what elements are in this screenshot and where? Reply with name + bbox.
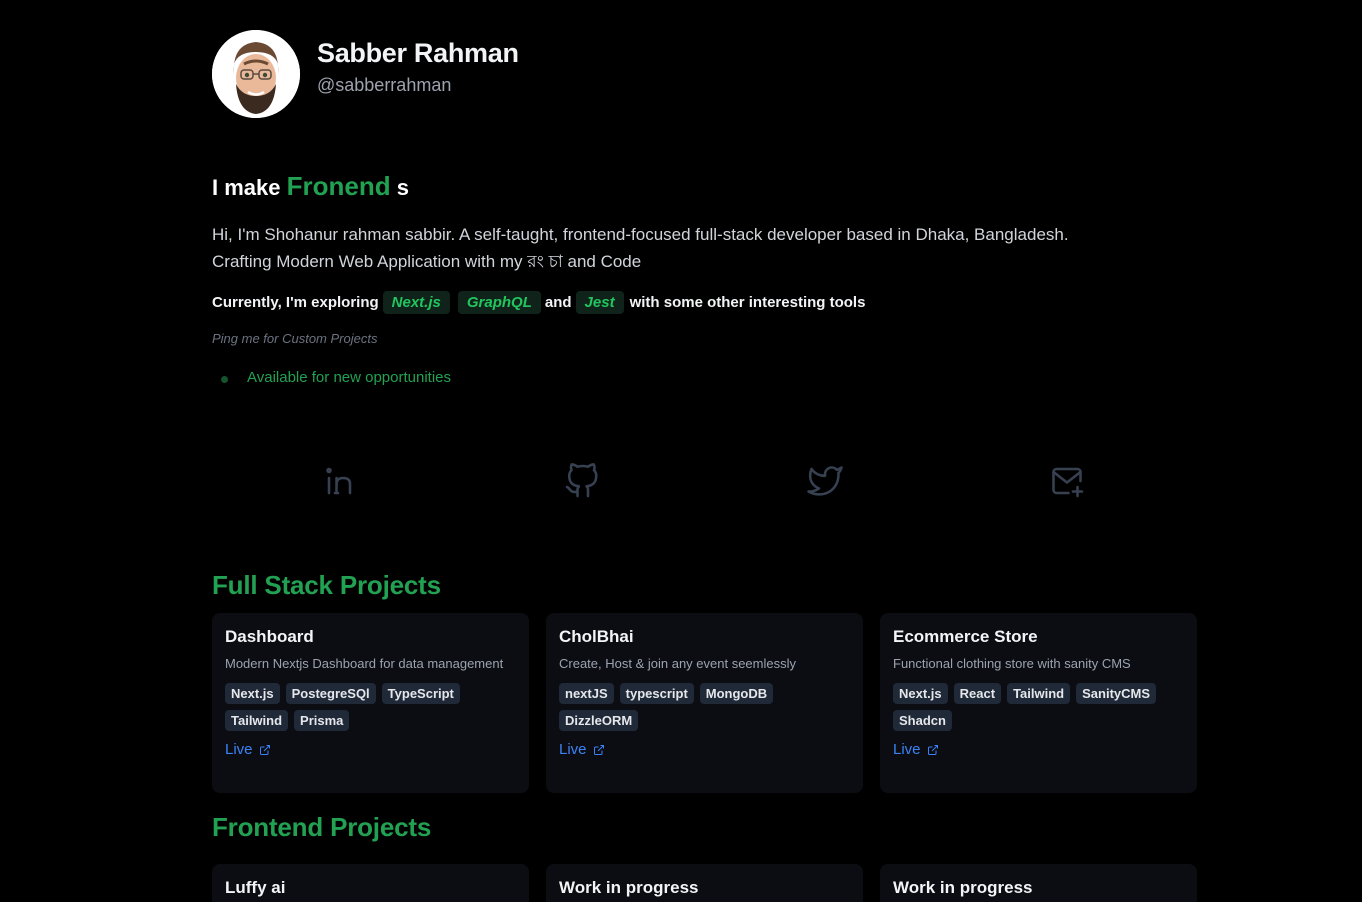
- tag: Next.js: [893, 683, 948, 704]
- live-label: Live: [225, 741, 253, 758]
- live-label: Live: [559, 741, 587, 758]
- profile-handle: @sabberrahman: [317, 75, 452, 95]
- tag: Tailwind: [225, 710, 289, 731]
- project-title: Luffy ai: [225, 878, 286, 897]
- live-label: Live: [893, 741, 921, 758]
- headline-prefix: I make: [212, 175, 287, 200]
- email-link[interactable]: [1048, 462, 1086, 500]
- profile-name: Sabber Rahman: [317, 38, 519, 68]
- github-link[interactable]: [563, 462, 601, 500]
- tech-chip-jest: Jest: [575, 291, 624, 314]
- tech-chip-nextjs: Next.js: [382, 291, 450, 314]
- fullstack-section-title: Full Stack Projects: [212, 570, 441, 600]
- headline: I make Fronend s: [212, 171, 409, 202]
- avatar: [212, 30, 300, 118]
- project-card-wip-1: Work in progress: [546, 864, 863, 902]
- tag: Next.js: [225, 683, 280, 704]
- tech-chip-graphql: GraphQL: [457, 291, 541, 314]
- external-link-icon: [259, 744, 270, 755]
- github-icon: [565, 463, 598, 498]
- headline-accent: Fronend: [286, 171, 391, 201]
- bio-line-1: Hi, I'm Shohanur rahman sabbir. A self-t…: [212, 225, 1069, 244]
- twitter-icon: [807, 466, 843, 496]
- twitter-link[interactable]: [806, 462, 844, 500]
- exploring-prefix: Currently, I'm exploring: [212, 294, 379, 311]
- tag: Prisma: [294, 710, 350, 731]
- project-title: Work in progress: [893, 878, 1033, 897]
- project-card-dashboard: Dashboard Modern Nextjs Dashboard for da…: [212, 613, 529, 793]
- project-card-wip-2: Work in progress: [880, 864, 1197, 902]
- tag: MongoDB: [699, 683, 774, 704]
- live-link[interactable]: Live: [225, 741, 516, 758]
- social-links: [212, 462, 1197, 502]
- project-title: Ecommerce Store: [893, 627, 1038, 646]
- status-dot: [221, 376, 228, 383]
- linkedin-link[interactable]: [322, 462, 360, 500]
- bio: Hi, I'm Shohanur rahman sabbir. A self-t…: [212, 221, 1197, 275]
- exploring-and: and: [544, 294, 572, 311]
- tag: PostegreSQl: [285, 683, 376, 704]
- project-tags: Next.js PostegreSQl TypeScript Tailwind …: [225, 683, 516, 731]
- project-tags: nextJS typescript MongoDB DizzleORM: [559, 683, 850, 731]
- exploring-suffix: with some other interesting tools: [629, 294, 866, 311]
- tag: DizzleORM: [559, 710, 639, 731]
- live-link[interactable]: Live: [893, 741, 1184, 758]
- profile-header: Sabber Rahman @sabberrahman: [212, 30, 519, 118]
- project-description: Modern Nextjs Dashboard for data managem…: [225, 656, 504, 671]
- bio-line-2: Crafting Modern Web Application with my …: [212, 252, 642, 271]
- name-block: Sabber Rahman @sabberrahman: [317, 38, 519, 96]
- tag: TypeScript: [381, 683, 460, 704]
- tag: React: [953, 683, 1002, 704]
- project-card-cholbhai: CholBhai Create, Host & join any event s…: [546, 613, 863, 793]
- project-title: Dashboard: [225, 627, 314, 646]
- project-title: Work in progress: [559, 878, 699, 897]
- frontend-section-title: Frontend Projects: [212, 812, 432, 842]
- live-link[interactable]: Live: [559, 741, 850, 758]
- mail-plus-icon: [1052, 467, 1084, 498]
- project-title: CholBhai: [559, 627, 634, 646]
- ping-note: Ping me for Custom Projects: [212, 331, 378, 346]
- availability-text: Available for new opportunities: [247, 369, 452, 386]
- external-link-icon: [927, 744, 938, 755]
- project-card-ecommerce: Ecommerce Store Functional clothing stor…: [880, 613, 1197, 793]
- avatar-memoji-icon: [212, 30, 300, 118]
- exploring-line: Currently, I'm exploring Next.js GraphQL…: [212, 291, 865, 314]
- tag: Shadcn: [893, 710, 952, 731]
- tag: Tailwind: [1007, 683, 1071, 704]
- availability-status: Available for new opportunities: [212, 369, 451, 386]
- tag: typescript: [619, 683, 694, 704]
- linkedin-icon: [326, 467, 352, 495]
- project-description: Create, Host & join any event seemlessly: [559, 656, 796, 671]
- tag: nextJS: [559, 683, 614, 704]
- project-description: Functional clothing store with sanity CM…: [893, 656, 1131, 671]
- tag: SanityCMS: [1076, 683, 1157, 704]
- project-card-luffy-ai: Luffy ai: [212, 864, 529, 902]
- project-tags: Next.js React Tailwind SanityCMS Shadcn: [893, 683, 1184, 731]
- headline-suffix: s: [390, 175, 409, 200]
- external-link-icon: [593, 744, 604, 755]
